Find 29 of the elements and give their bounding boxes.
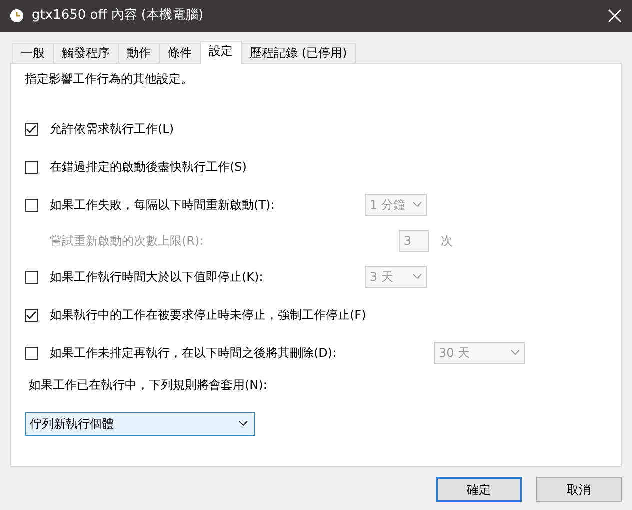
ok-button[interactable]: 確定	[436, 477, 522, 502]
caret-icon	[413, 202, 422, 208]
tab[interactable]: 一般	[12, 43, 54, 63]
cancel-button[interactable]: 取消	[536, 477, 622, 502]
close-icon[interactable]	[608, 9, 622, 23]
rule-label: 如果工作已在執行中，下列規則將會套用(N):	[28, 377, 268, 394]
option-label: 如果執行中的工作在被要求停止時未停止，強制工作停止(F)	[50, 307, 368, 324]
option-label: 如果工作未排定再執行，在以下時間之後將其刪除(D):	[50, 345, 338, 362]
checkbox[interactable]	[25, 270, 38, 284]
checkbox[interactable]	[25, 122, 38, 136]
caret-icon	[239, 421, 248, 427]
option-label: 允許依需求執行工作(L)	[50, 121, 176, 138]
checkbox[interactable]	[25, 308, 38, 322]
tab[interactable]: 歷程記錄 (已停用)	[241, 43, 356, 63]
option-label: 如果工作失敗，每隔以下時間重新啟動(T):	[50, 197, 276, 214]
clock-icon	[10, 9, 24, 23]
tab[interactable]: 設定	[200, 41, 242, 64]
caret-icon	[413, 274, 422, 280]
description-text: 指定影響工作行為的其他設定。	[25, 71, 194, 88]
checkbox[interactable]	[25, 160, 38, 174]
option-label: 嘗試重新啟動的次數上限(R):	[49, 233, 205, 250]
caret-icon	[511, 350, 520, 356]
option-label: 如果工作執行時間大於以下值即停止(K):	[50, 269, 264, 286]
checkbox[interactable]	[25, 198, 38, 212]
dropdown[interactable]: 佇列新執行個體	[25, 412, 255, 436]
window-title: gtx1650 off 內容 (本機電腦)	[32, 7, 205, 26]
unit-label: 次	[441, 233, 453, 250]
option-label: 在錯過排定的啟動後盡快執行工作(S)	[50, 159, 248, 176]
checkbox[interactable]	[25, 346, 38, 360]
